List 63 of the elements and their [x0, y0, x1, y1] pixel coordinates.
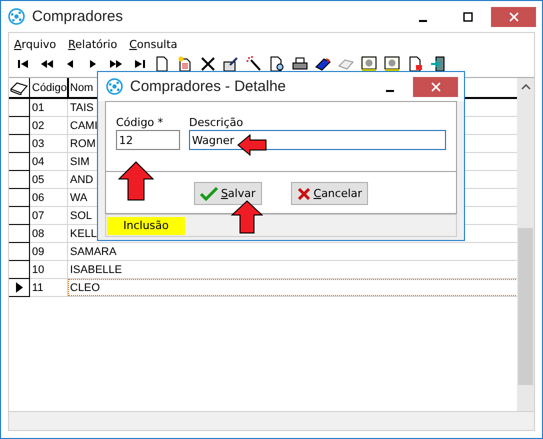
menu-item[interactable]: Arquivo — [14, 38, 56, 51]
close-button[interactable] — [491, 6, 536, 26]
wand-icon — [246, 56, 262, 72]
cross-icon — [296, 186, 310, 200]
table-cell: 01 — [32, 102, 44, 114]
close-button[interactable] — [413, 76, 458, 96]
table-cell: SIM — [69, 156, 91, 168]
input-field[interactable]: 12 — [116, 130, 180, 150]
table-cell: WA — [69, 192, 88, 204]
table-cell: TAIS — [69, 102, 95, 114]
eraser-icon — [314, 56, 330, 72]
dialog-button[interactable]: Salvar — [194, 182, 262, 205]
menu-item[interactable]: Consulta — [129, 38, 178, 51]
dialog-button[interactable]: Cancelar — [290, 182, 368, 205]
monitor-icon — [384, 56, 400, 72]
table-cell: SOL — [69, 210, 94, 222]
window-title: Compradores — [32, 8, 123, 25]
table-cell: 07 — [32, 210, 44, 222]
table-cell: 03 — [32, 138, 44, 150]
monitor-icon — [360, 56, 376, 72]
minimize-icon — [386, 90, 394, 92]
field-label: Descrição — [189, 116, 244, 129]
cross-icon — [200, 56, 216, 72]
checkmark-icon — [200, 186, 218, 200]
table-row[interactable]: 10 ISABELLE — [9, 261, 517, 279]
app-icon — [8, 8, 25, 25]
table-cell: KELL — [69, 228, 98, 240]
edit-icon — [222, 56, 238, 72]
table-cell: CLEO — [69, 280, 517, 295]
annotation-arrow — [118, 161, 154, 201]
table-row[interactable]: 11 CLEO — [9, 279, 517, 297]
table-cell: 08 — [32, 228, 44, 240]
annotation-arrow — [237, 134, 267, 156]
maximize-icon — [463, 12, 473, 22]
input-field[interactable]: Wagner — [189, 130, 446, 150]
table-cell: SAMARA — [69, 246, 118, 258]
printer-icon — [292, 56, 308, 72]
table-cell: ROM — [69, 138, 97, 150]
annotation-arrow — [231, 200, 263, 234]
minimize-icon — [419, 20, 427, 22]
table-cell: 10 — [32, 264, 44, 276]
table-cell: CAMI — [69, 120, 98, 132]
column-header[interactable]: Código — [30, 78, 69, 97]
close-icon — [508, 12, 518, 22]
table-cell: 02 — [32, 120, 44, 132]
table-cell: 04 — [32, 156, 44, 168]
field-label: Código * — [116, 116, 164, 129]
exit-icon — [430, 56, 446, 72]
table-cell: 11 — [32, 282, 44, 294]
table-cell: AND — [69, 174, 94, 186]
scroll-up-icon — [520, 84, 530, 90]
row-pointer-icon — [16, 282, 22, 293]
dialog-title: Compradores - Detalhe — [130, 78, 286, 95]
close-icon — [430, 82, 440, 92]
table-cell: 05 — [32, 174, 44, 186]
table-cell: 06 — [32, 192, 44, 204]
mode-badge: Inclusão — [107, 216, 185, 234]
table-cell: ISABELLE — [69, 264, 123, 276]
menu-item[interactable]: Relatório — [68, 38, 118, 51]
scrollbar[interactable] — [517, 78, 534, 411]
table-row[interactable]: 09 SAMARA — [9, 243, 517, 261]
table-cell: 09 — [32, 246, 44, 258]
app-icon — [106, 78, 123, 95]
